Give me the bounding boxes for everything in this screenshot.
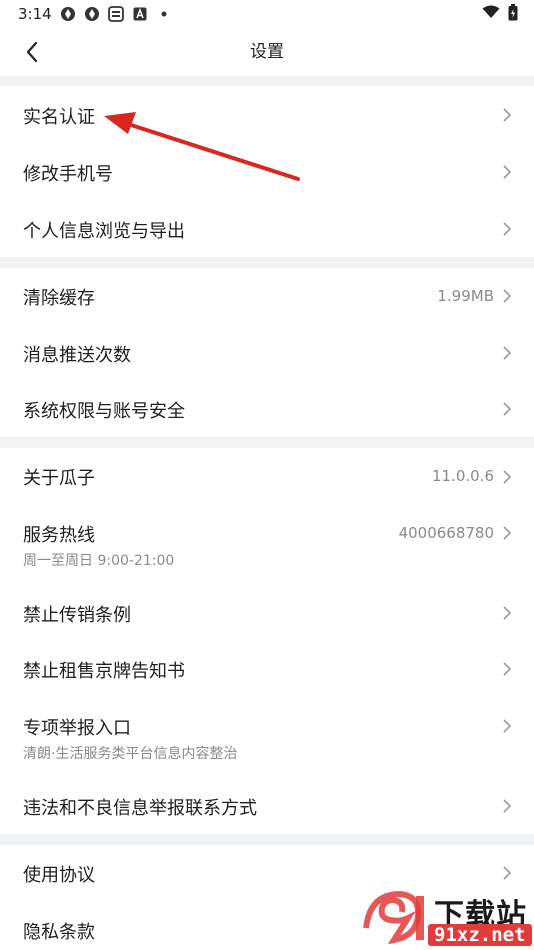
- section-divider: [0, 834, 534, 845]
- chevron-right-icon: [500, 797, 514, 815]
- page-title: 设置: [250, 42, 284, 62]
- item-label: 违法和不良信息举报联系方式: [23, 798, 257, 819]
- battery-icon: [508, 3, 518, 25]
- item-label: 禁止传销条例: [23, 605, 131, 626]
- setting-item-personal-info[interactable]: 个人信息浏览与导出: [0, 200, 534, 257]
- item-label: 使用协议: [23, 865, 95, 886]
- hotline-number: 4000668780: [398, 524, 494, 542]
- item-label: 隐私条款: [23, 922, 95, 943]
- setting-item-permissions[interactable]: 系统权限与账号安全: [0, 381, 534, 437]
- setting-item-push-count[interactable]: 消息推送次数: [0, 325, 534, 381]
- chevron-right-icon: [500, 106, 514, 124]
- setting-item-change-phone[interactable]: 修改手机号: [0, 143, 534, 200]
- setting-item-illegal-report[interactable]: 违法和不良信息举报联系方式: [0, 776, 534, 834]
- chevron-right-icon: [500, 604, 514, 622]
- a-icon: [132, 6, 148, 22]
- section-divider: [0, 437, 534, 448]
- app-icon-1: [60, 6, 76, 22]
- chevron-right-icon: [500, 717, 514, 735]
- setting-item-hotline[interactable]: 服务热线 周一至周日 9:00-21:00 4000668780: [0, 505, 534, 581]
- chevron-right-icon: [500, 864, 514, 882]
- nav-bar: 设置: [0, 28, 534, 76]
- setting-item-beijing-plate[interactable]: 禁止租售京牌告知书: [0, 638, 534, 696]
- section-divider: [0, 76, 534, 86]
- watermark-url: 91xz.net: [428, 924, 532, 946]
- item-label: 清除缓存: [23, 288, 95, 309]
- setting-item-anti-pyramid[interactable]: 禁止传销条例: [0, 581, 534, 638]
- chevron-right-icon: [500, 287, 514, 305]
- setting-item-about[interactable]: 关于瓜子 11.0.0.6: [0, 448, 534, 505]
- item-label: 消息推送次数: [23, 345, 131, 366]
- item-label: 系统权限与账号安全: [23, 401, 185, 422]
- special-report-subtitle: 清朗·生活服务类平台信息内容整治: [23, 746, 238, 762]
- chevron-right-icon: [500, 400, 514, 418]
- setting-item-special-report[interactable]: 专项举报入口 清朗·生活服务类平台信息内容整治: [0, 696, 534, 776]
- app-version: 11.0.0.6: [431, 467, 494, 485]
- setting-item-clear-cache[interactable]: 清除缓存 1.99MB: [0, 268, 534, 325]
- item-label: 禁止租售京牌告知书: [23, 661, 185, 682]
- chevron-right-icon: [500, 220, 514, 238]
- item-label: 修改手机号: [23, 164, 113, 185]
- item-label: 实名认证: [23, 107, 95, 128]
- chevron-right-icon: [500, 524, 514, 542]
- dot-icon: [156, 6, 172, 22]
- chevron-right-icon: [500, 163, 514, 181]
- item-label: 关于瓜子: [23, 468, 95, 489]
- hotline-hours: 周一至周日 9:00-21:00: [23, 553, 175, 569]
- item-label: 服务热线: [23, 525, 95, 546]
- item-label: 专项举报入口: [23, 718, 131, 739]
- cache-size: 1.99MB: [437, 287, 494, 305]
- item-label: 个人信息浏览与导出: [23, 221, 185, 242]
- section-divider: [0, 257, 534, 268]
- chevron-left-icon: [26, 41, 38, 63]
- back-button[interactable]: [16, 36, 48, 68]
- chevron-right-icon: [500, 344, 514, 362]
- chevron-right-icon: [500, 468, 514, 486]
- wifi-icon: [482, 5, 500, 23]
- status-bar: 3:14: [0, 0, 534, 28]
- chevron-right-icon: [500, 660, 514, 678]
- app-icon-2: [84, 6, 100, 22]
- setting-item-real-name[interactable]: 实名认证: [0, 86, 534, 143]
- status-time: 3:14: [18, 5, 52, 23]
- app-icon-3: [107, 6, 124, 22]
